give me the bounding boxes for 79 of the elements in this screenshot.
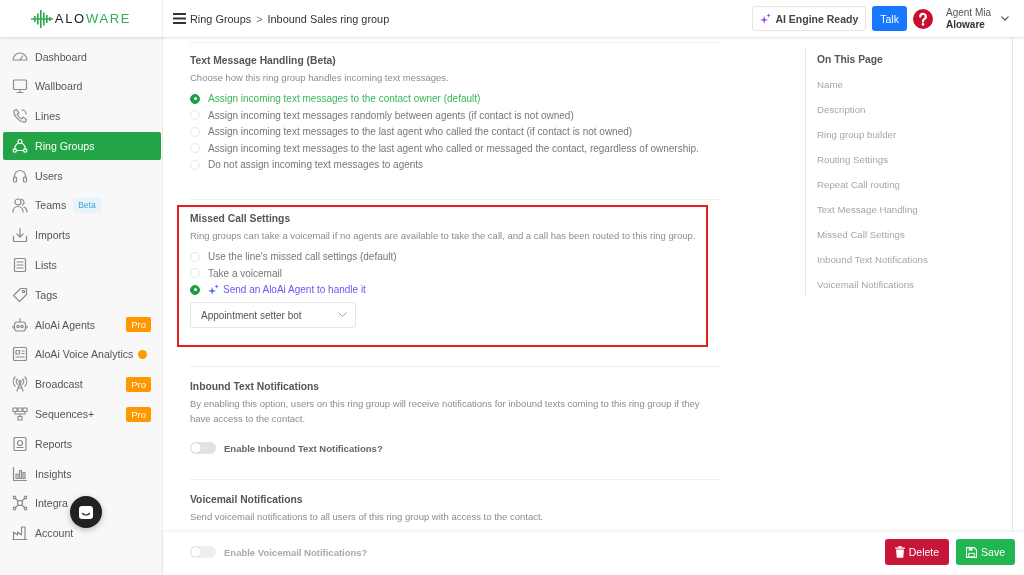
report-icon [12,435,28,452]
delete-button[interactable]: Delete [884,539,950,565]
toggle-switch[interactable] [190,546,216,558]
bar-chart-icon [12,465,28,482]
gauge-icon [12,52,28,61]
user-company[interactable]: Aloware [945,18,991,31]
trash-icon [894,546,905,558]
monitor-icon [12,78,28,95]
sidebar-item[interactable]: Ring Groups [3,131,161,160]
factory-icon [12,525,28,542]
document-icon [12,346,28,363]
toc-title: On This Page [817,53,884,67]
toggle-switch[interactable] [190,442,216,454]
chevron-down-icon [338,312,347,318]
option-label[interactable]: Send an AloAi Agent to handle it [223,284,366,296]
menu-icon[interactable] [173,13,186,24]
sidebar-item[interactable]: AloAi Agents Pro [3,310,161,339]
download-icon [12,227,28,244]
sidebar-item[interactable]: Imports [3,221,161,250]
robot-icon [12,316,28,333]
group-network-icon [12,137,28,154]
chevron-down-icon[interactable] [1001,16,1009,21]
sidebar-item[interactable]: Lines [3,102,161,131]
breadcrumb-current: Inbound Sales ring group [267,12,390,25]
ai-engine-status-button[interactable]: AI Engine Ready [752,6,867,31]
sidebar-item[interactable]: Tags [3,280,161,309]
sidebar-item[interactable]: Wallboard [3,72,161,101]
breadcrumb-separator: > [256,12,263,25]
dropdown-field[interactable]: Appointment setter bot [190,302,356,328]
section-description: Ring groups can take a voicemail if no agents are available to take the call, and a call has been routed to this ring group. [190,229,697,243]
list-icon [12,257,28,274]
sidebar-item[interactable]: Integra [3,489,161,518]
people-icon [12,197,28,214]
option-label[interactable]: Do not assign incoming text messages to agents [208,159,424,171]
help-icon[interactable] [912,8,933,29]
option-label[interactable]: Assign incoming text messages to the last agent who called the contact (if contact is not owned) [208,126,633,138]
chat-launcher-button[interactable] [70,496,102,528]
option-label[interactable]: Use the line's missed call settings (default) [208,251,397,263]
sidebar-item[interactable]: AloAi Voice Analytics [3,340,161,369]
sidebar-item[interactable]: Users [3,161,161,190]
section-description: By enabling this option, users on this ring group will receive notifications for inbound texts coming to this ring group if they have access to the contact. [190,397,701,426]
logo-text: ALOWARE [54,10,132,27]
option-label[interactable]: Assign incoming text messages to the last agent who called or messaged the contact, regardless of ownership. [208,142,699,154]
section-title: Text Message Handling (Beta) [190,54,337,68]
pro-badge: Pro [126,406,151,422]
sparkle-icon [208,284,219,296]
sidebar-item[interactable]: Dashboard [3,42,161,71]
flow-icon [12,406,28,423]
section-description: Send voicemail notifications to all users of this ring group with access to the contact. [190,510,545,524]
option-label[interactable]: Take a voicemail [208,267,282,279]
waveform-logo-icon [30,9,53,28]
radio-button[interactable] [190,93,200,104]
sidebar-item[interactable]: Insights [3,459,161,488]
talk-button[interactable]: Talk [872,6,907,31]
option-label[interactable]: Assign incoming text messages randomly between agents (if contact is not owned) [208,109,574,121]
user-name[interactable]: Agent Mia [945,6,991,19]
antenna-icon [12,376,28,393]
sidebar-item[interactable]: Teams Beta [3,191,161,220]
toggle-label[interactable]: Enable Inbound Text Notifications? [224,442,383,454]
section-description: Choose how this ring group handles incoming text messages. [190,71,450,85]
sidebar-item[interactable]: Account [3,519,161,548]
section-title: Inbound Text Notifications [190,380,321,394]
sidebar-item[interactable]: Broadcast Pro [3,370,161,399]
hub-icon [12,495,28,512]
pro-badge: Pro [126,376,151,392]
section-title: Voicemail Notifications [190,493,304,507]
beta-badge: Beta [73,198,101,213]
tag-icon [12,286,28,303]
phone-icon [12,108,28,125]
section-title: Missed Call Settings [190,212,292,226]
sidebar-item[interactable]: Sequences+ Pro [3,400,161,429]
headset-icon [12,167,28,184]
sidebar-item[interactable]: Lists [3,251,161,280]
radio-button[interactable] [190,284,200,295]
sparkle-icon [760,13,772,24]
chat-icon [79,505,93,519]
pro-badge: Pro [126,317,151,333]
sidebar-item[interactable]: Reports [3,429,161,458]
breadcrumb-link[interactable]: Ring Groups [190,12,252,25]
